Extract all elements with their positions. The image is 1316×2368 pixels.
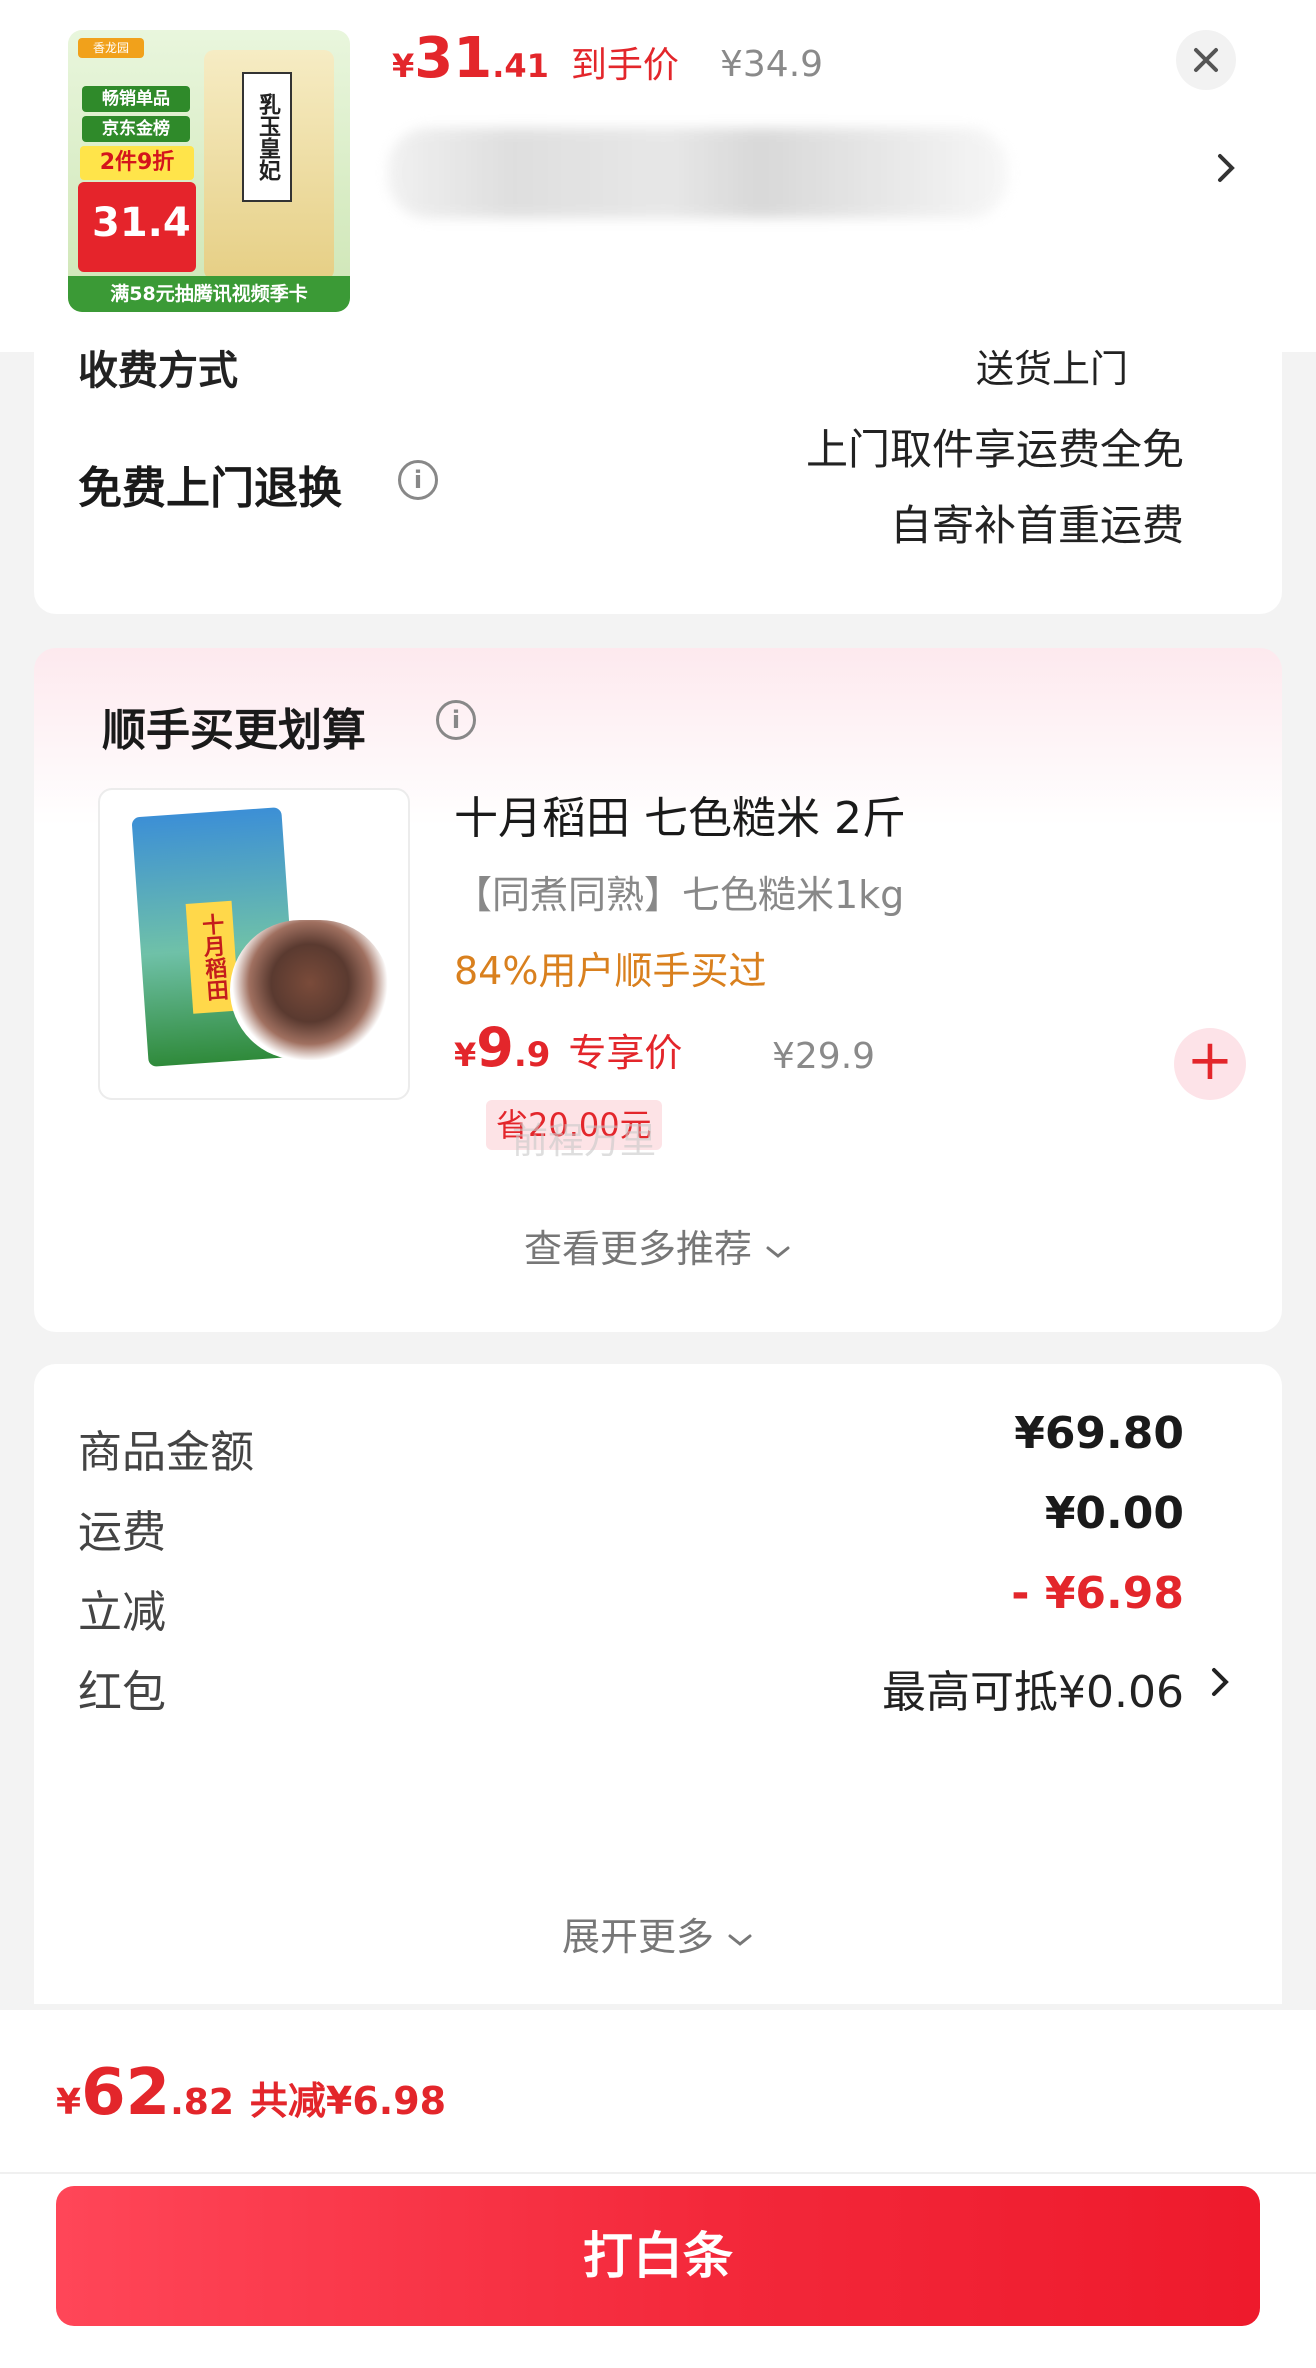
more-recommendations-label: 查看更多推荐 bbox=[523, 1227, 752, 1271]
purchase-hint: 84%用户顺手买过 bbox=[454, 949, 767, 993]
instant-discount-label: 立减 bbox=[78, 1587, 166, 1638]
recommended-original-price: ¥29.9 bbox=[772, 1036, 876, 1077]
product-thumbnail[interactable]: 香龙园 畅销单品 京东金榜 2件9折 31.4 乳玉皇妃 满58元抽腾讯视频季卡 bbox=[68, 30, 350, 312]
final-price-label: 到手价 bbox=[570, 45, 679, 86]
recommended-product-name[interactable]: 十月稻田 七色糙米 2斤 bbox=[454, 782, 906, 846]
bag-label: 乳玉皇妃 bbox=[242, 72, 292, 202]
shipping-label: 运费 bbox=[78, 1507, 166, 1558]
partial-row-label: 收费方式 bbox=[78, 348, 238, 394]
add-to-order-button[interactable]: + bbox=[1174, 1028, 1246, 1100]
goods-amount-value: ¥69.80 bbox=[1014, 1408, 1184, 1459]
total-integer: 62 bbox=[81, 2056, 171, 2130]
rice-bag-image: 乳玉皇妃 bbox=[204, 50, 334, 280]
bestseller-tag: 畅销单品 bbox=[82, 86, 190, 112]
expand-more-label: 展开更多 bbox=[561, 1915, 714, 1959]
return-policy-line-1: 上门取件享运费全免 bbox=[805, 425, 1184, 474]
total-price: ¥ 62 .82 共减¥6.98 bbox=[56, 2056, 446, 2130]
recommended-product-image[interactable]: 十月稻田 bbox=[98, 788, 410, 1100]
ranking-tag: 京东金榜 bbox=[82, 116, 190, 142]
info-icon[interactable]: i bbox=[436, 700, 476, 740]
exclusive-price-label: 专享价 bbox=[568, 1031, 683, 1075]
currency-symbol: ¥ bbox=[454, 1036, 477, 1074]
close-button[interactable] bbox=[1176, 30, 1236, 90]
return-policy-line-2: 自寄补首重运费 bbox=[889, 501, 1184, 550]
pay-button[interactable]: 打白条 bbox=[56, 2186, 1260, 2326]
chevron-down-icon bbox=[728, 1934, 752, 1946]
rice-bowl-image bbox=[230, 920, 390, 1060]
total-decimal: .82 bbox=[170, 2082, 234, 2123]
currency-symbol: ¥ bbox=[56, 2082, 82, 2123]
recommended-product-subtitle: 【同煮同熟】七色糙米1kg bbox=[454, 873, 905, 917]
expand-more-link[interactable]: 展开更多 bbox=[34, 1906, 1282, 1961]
return-policy-card: 收费方式 送货上门 免费上门退换 i 上门取件享运费全免 自寄补首重运费 bbox=[34, 347, 1282, 614]
checkout-bar: ¥ 62 .82 共减¥6.98 打白条 bbox=[0, 2010, 1316, 2368]
chevron-right-icon[interactable] bbox=[1212, 148, 1240, 188]
instant-discount-value: - ¥6.98 bbox=[1011, 1568, 1184, 1619]
total-discount: 共减¥6.98 bbox=[249, 2079, 447, 2123]
red-packet-label: 红包 bbox=[78, 1667, 166, 1718]
thumb-price: 31.4 bbox=[92, 200, 191, 246]
currency-symbol: ¥ bbox=[392, 47, 415, 85]
close-icon bbox=[1194, 48, 1218, 72]
red-packet-value[interactable]: 最高可抵¥0.06 bbox=[882, 1656, 1184, 1720]
plus-icon: + bbox=[1186, 1028, 1234, 1093]
discount-tag: 2件9折 bbox=[80, 146, 194, 180]
divider bbox=[0, 2172, 1316, 2174]
product-sheet-header: 香龙园 畅销单品 京东金榜 2件9折 31.4 乳玉皇妃 满58元抽腾讯视频季卡… bbox=[0, 0, 1316, 352]
recommendation-card: 顺手买更划算 i 十月稻田 十月稻田 七色糙米 2斤 【同煮同熟】七色糙米1kg… bbox=[34, 648, 1282, 1332]
chevron-down-icon bbox=[766, 1246, 790, 1258]
final-price: ¥ 31 .41 到手价 bbox=[392, 28, 679, 90]
chevron-right-icon[interactable] bbox=[1208, 1662, 1232, 1702]
amount-summary-card: 商品金额 ¥69.80 运费 ¥0.00 立减 - ¥6.98 红包 最高可抵¥… bbox=[34, 1364, 1282, 2004]
goods-amount-label: 商品金额 bbox=[78, 1427, 254, 1478]
price-integer: 9 bbox=[476, 1016, 514, 1079]
blurred-spec-selector[interactable] bbox=[388, 128, 1008, 218]
original-price: ¥34.9 bbox=[720, 44, 824, 85]
thumb-price-box: 31.4 bbox=[78, 182, 196, 272]
watermark: 前程万里 bbox=[512, 1121, 657, 1162]
price-integer: 31 bbox=[414, 26, 493, 91]
recommendation-title: 顺手买更划算 bbox=[102, 705, 366, 756]
info-icon[interactable]: i bbox=[398, 460, 438, 500]
brand-badge: 香龙园 bbox=[78, 38, 144, 58]
price-decimal: .41 bbox=[492, 47, 549, 85]
partial-row-value[interactable]: 送货上门 bbox=[976, 338, 1128, 393]
promo-banner: 满58元抽腾讯视频季卡 bbox=[68, 276, 350, 312]
more-recommendations-link[interactable]: 查看更多推荐 bbox=[34, 1218, 1282, 1273]
recommended-price: ¥ 9 .9 专享价 bbox=[454, 1016, 682, 1079]
free-return-title: 免费上门退换 bbox=[78, 463, 342, 514]
price-decimal: .9 bbox=[513, 1035, 551, 1075]
shipping-value: ¥0.00 bbox=[1044, 1488, 1184, 1539]
